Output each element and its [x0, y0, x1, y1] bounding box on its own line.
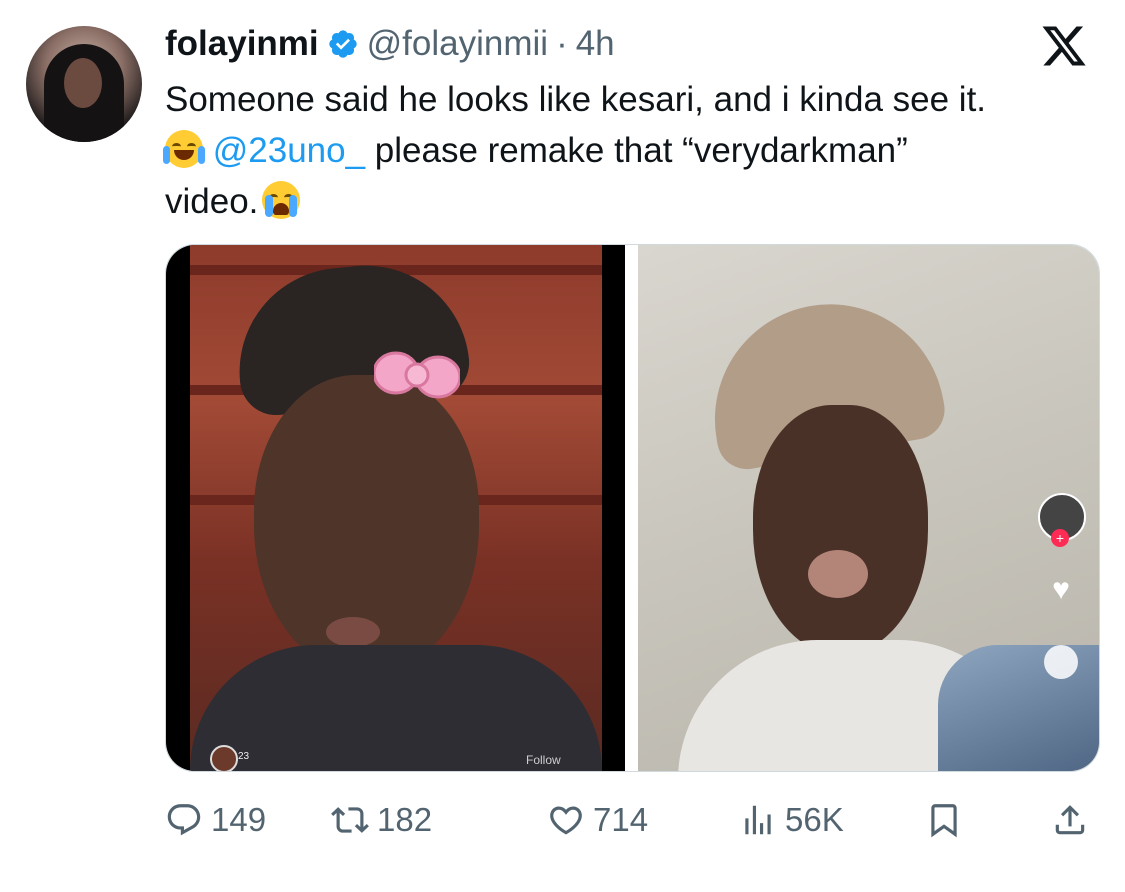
photo-badge-count: 23 — [238, 751, 250, 762]
tweet-text-line-1: Someone said he looks like kesari, and i… — [165, 80, 987, 119]
tweet-actions-bar: 149 182 714 56K — [165, 796, 1095, 844]
media-photo-left[interactable]: 23 Follow — [166, 245, 625, 771]
laughing-with-tears-emoji-icon — [163, 130, 205, 168]
retweet-icon — [331, 807, 369, 833]
tweet-text: Someone said he looks like kesari, and i… — [163, 74, 1105, 227]
heart-icon — [550, 806, 582, 835]
tweet-text-line-3-text: video. — [165, 182, 259, 221]
photo-follow-label: Follow — [526, 753, 561, 767]
tweet-header: folayinmi @folayinmii · 4h — [165, 22, 615, 66]
views-count: 56K — [785, 801, 844, 838]
like-button[interactable]: 714 — [547, 796, 648, 844]
share-icon — [1055, 805, 1085, 835]
author-display-name[interactable]: folayinmi — [165, 24, 319, 64]
author-avatar[interactable] — [26, 26, 142, 142]
avatar-face — [64, 58, 102, 108]
pink-bow-sticker-icon — [374, 351, 460, 399]
x-logo-icon — [1042, 26, 1086, 66]
reply-icon — [167, 804, 201, 836]
tiktok-follow-plus-icon: + — [1051, 529, 1069, 547]
tweet-text-line-2-rest: please remake that “verydarkman” — [365, 131, 908, 170]
author-handle[interactable]: @folayinmii — [367, 24, 548, 64]
views-bar-chart-icon — [745, 805, 771, 835]
verified-badge-icon — [328, 30, 357, 58]
media-grid: 23 Follow + ♥ — [165, 244, 1100, 772]
tiktok-more-icon — [1044, 645, 1078, 679]
photo-profile-badge — [210, 745, 238, 771]
photo-person-mouth — [326, 617, 380, 647]
media-photo-right[interactable]: + ♥ — [638, 245, 1099, 771]
like-count: 714 — [593, 801, 649, 838]
tiktok-heart-icon: ♥ — [1052, 573, 1070, 606]
mention-link[interactable]: @23uno_ — [213, 131, 365, 170]
tweet-text-line-3: video. — [165, 176, 1105, 227]
retweet-button[interactable]: 182 — [331, 796, 432, 844]
tweet-timestamp[interactable]: 4h — [576, 24, 615, 64]
photo-person-head — [753, 405, 928, 655]
reply-count: 149 — [211, 801, 267, 838]
bookmark-icon — [931, 804, 957, 838]
retweet-count: 182 — [377, 801, 433, 838]
bookmark-button[interactable] — [925, 796, 963, 844]
separator-dot: · — [556, 24, 568, 63]
loudly-crying-emoji-icon — [262, 181, 301, 219]
reply-button[interactable]: 149 — [165, 796, 266, 844]
views-button[interactable]: 56K — [739, 796, 844, 844]
photo-person-mouth — [808, 550, 868, 598]
tweet-text-line-2: @23uno_ please remake that “verydarkman” — [163, 125, 1105, 176]
share-button[interactable] — [1051, 796, 1089, 844]
